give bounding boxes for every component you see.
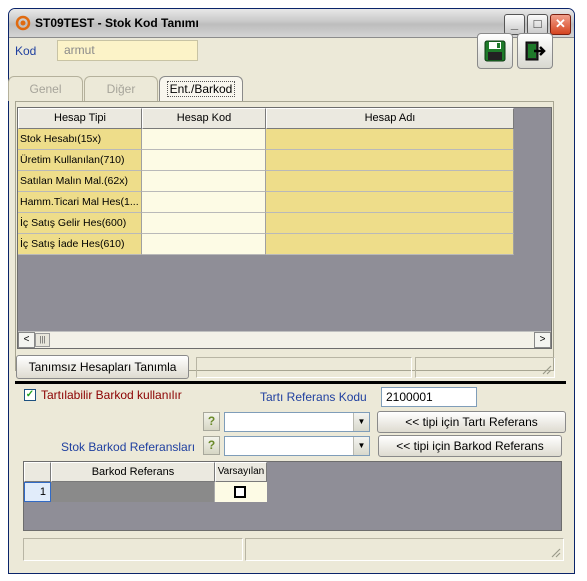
help-icon[interactable]: ?: [203, 412, 220, 431]
section-splitter[interactable]: [15, 381, 566, 384]
status-panel-3: [23, 538, 243, 561]
tab-panel: Hesap Tipi Hesap Kod Hesap Adı Stok Hesa…: [15, 101, 554, 371]
scroll-right-button[interactable]: >: [534, 332, 551, 348]
tab-ent-barkod-label: Ent./Barkod: [166, 81, 236, 97]
hesap-adi-cell[interactable]: [266, 192, 514, 213]
tab-ent-barkod[interactable]: Ent./Barkod: [159, 76, 243, 101]
exit-button[interactable]: [517, 33, 553, 69]
hesap-kod-cell[interactable]: [142, 213, 266, 234]
horizontal-scrollbar[interactable]: < ||| >: [18, 331, 551, 348]
save-button[interactable]: [477, 33, 513, 69]
hesap-kod-cell[interactable]: [142, 129, 266, 150]
hesap-adi-cell[interactable]: [266, 234, 514, 255]
table-row: İç Satış İade Hes(610): [18, 234, 514, 255]
status-panel-4: [245, 538, 564, 561]
resize-grip-icon[interactable]: [540, 363, 552, 375]
hesap-adi-cell[interactable]: [266, 150, 514, 171]
status-panel-1: [196, 357, 412, 378]
grid-corner: [24, 462, 51, 482]
hesap-tipi-cell[interactable]: Stok Hesabı(15x): [18, 129, 142, 150]
barkod-referans-button[interactable]: << tipi için Barkod Referans: [378, 435, 562, 457]
hesap-tipi-cell[interactable]: İç Satış Gelir Hes(600): [18, 213, 142, 234]
tartilabilir-checkbox-label: Tartılabilir Barkod kullanılır: [41, 388, 182, 402]
tarti-referans-input[interactable]: 2100001: [381, 387, 477, 407]
help-icon[interactable]: ?: [203, 436, 220, 455]
tab-diger[interactable]: Diğer: [84, 76, 158, 101]
resize-grip-icon[interactable]: [549, 546, 561, 558]
accounts-grid-header: Hesap Tipi Hesap Kod Hesap Adı: [18, 108, 514, 129]
accounts-grid: Hesap Tipi Hesap Kod Hesap Adı Stok Hesa…: [17, 107, 552, 349]
accounts-grid-body: Stok Hesabı(15x) Üretim Kullanılan(710) …: [18, 129, 514, 255]
column-header-barkod-referans[interactable]: Barkod Referans: [51, 462, 215, 482]
table-row: İç Satış Gelir Hes(600): [18, 213, 514, 234]
close-button[interactable]: ✕: [550, 14, 571, 35]
table-row: Satılan Malın Mal.(62x): [18, 171, 514, 192]
table-row: Stok Hesabı(15x): [18, 129, 514, 150]
tarti-referans-button[interactable]: << tipi için Tartı Referans: [377, 411, 566, 433]
column-header-hesap-tipi[interactable]: Hesap Tipi: [18, 108, 142, 129]
hesap-kod-cell[interactable]: [142, 150, 266, 171]
scroll-thumb[interactable]: |||: [35, 333, 50, 347]
column-header-hesap-kod[interactable]: Hesap Kod: [142, 108, 266, 129]
status-panel-2: [415, 357, 555, 378]
minimize-button[interactable]: _: [504, 14, 525, 35]
hesap-adi-cell[interactable]: [266, 213, 514, 234]
define-undefined-accounts-button[interactable]: Tanımsız Hesapları Tanımla: [16, 355, 189, 379]
varsayilan-cell[interactable]: [215, 482, 267, 502]
scroll-left-button[interactable]: <: [18, 332, 35, 348]
tarti-referans-label: Tartı Referans Kodu: [260, 390, 367, 404]
tartilabilir-checkbox[interactable]: ✓: [24, 389, 36, 401]
table-row: Üretim Kullanılan(710): [18, 150, 514, 171]
column-header-varsayilan[interactable]: Varsayılan: [215, 462, 267, 482]
hesap-adi-cell[interactable]: [266, 129, 514, 150]
floppy-disk-icon: [484, 40, 506, 62]
barcode-grid: Barkod Referans Varsayılan 1: [23, 461, 562, 531]
hesap-tipi-cell[interactable]: Üretim Kullanılan(710): [18, 150, 142, 171]
hesap-tipi-cell[interactable]: Hamm.Ticari Mal Hes(1...: [18, 192, 142, 213]
stok-barkod-referanslari-label: Stok Barkod Referansları: [61, 440, 196, 454]
hesap-tipi-cell[interactable]: Satılan Malın Mal.(62x): [18, 171, 142, 192]
table-row: Hamm.Ticari Mal Hes(1...: [18, 192, 514, 213]
row-number[interactable]: 1: [24, 482, 51, 502]
varsayilan-checkbox[interactable]: [234, 486, 246, 498]
hesap-kod-cell[interactable]: [142, 171, 266, 192]
chevron-down-icon[interactable]: ▼: [353, 413, 369, 431]
hesap-tipi-cell[interactable]: İç Satış İade Hes(610): [18, 234, 142, 255]
kod-input[interactable]: armut: [57, 40, 198, 61]
tarti-type-select[interactable]: ▼: [224, 412, 370, 432]
exit-door-icon: [525, 41, 546, 61]
barkod-referans-cell[interactable]: [51, 482, 215, 502]
hesap-kod-cell[interactable]: [142, 192, 266, 213]
barkod-type-select[interactable]: ▼: [224, 436, 370, 456]
tab-genel[interactable]: Genel: [8, 76, 83, 101]
tab-strip: Genel Diğer Ent./Barkod: [8, 76, 548, 101]
app-logo-icon: [15, 15, 31, 31]
window-title: ST09TEST - Stok Kod Tanımı: [35, 16, 199, 30]
hesap-kod-cell[interactable]: [142, 234, 266, 255]
maximize-button[interactable]: □: [527, 14, 548, 35]
column-header-hesap-adi[interactable]: Hesap Adı: [266, 108, 514, 129]
chevron-down-icon[interactable]: ▼: [353, 437, 369, 455]
hesap-adi-cell[interactable]: [266, 171, 514, 192]
kod-label: Kod: [15, 44, 37, 58]
